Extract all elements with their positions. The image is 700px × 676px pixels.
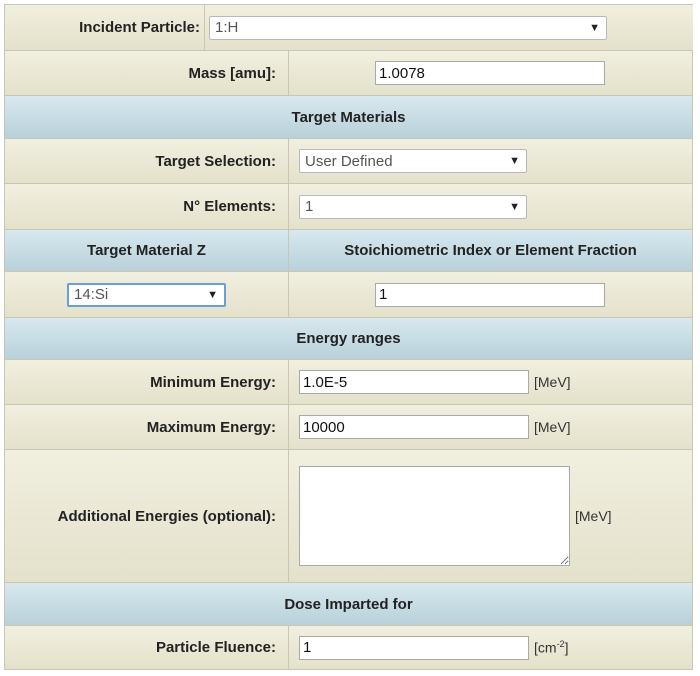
min-energy-cell: [MeV]: [289, 360, 693, 404]
target-materials-title: Target Materials: [5, 96, 693, 138]
particle-fluence-unit: [cm-2]: [534, 639, 568, 656]
additional-energies-row: Additional Energies (optional): [MeV]: [5, 450, 693, 583]
chevron-down-icon: ▼: [207, 288, 218, 301]
chevron-down-icon: ▼: [509, 155, 520, 167]
fluence-unit-exponent: -2: [556, 639, 565, 650]
max-energy-cell: [MeV]: [289, 405, 693, 449]
incident-particle-value: 1:H: [215, 19, 239, 36]
fluence-unit-base: [cm: [534, 639, 557, 656]
n-elements-value: 1: [305, 198, 314, 215]
stoichiometric-index-header: Stoichiometric Index or Element Fraction: [289, 230, 693, 271]
target-table-header: Target Material Z Stoichiometric Index o…: [5, 230, 693, 272]
additional-energies-textarea[interactable]: [299, 466, 570, 566]
additional-energies-unit: [MeV]: [575, 508, 612, 524]
min-energy-unit: [MeV]: [534, 374, 571, 390]
max-energy-unit: [MeV]: [534, 419, 571, 435]
energy-ranges-header: Energy ranges: [5, 318, 693, 360]
stoichiometric-index-input[interactable]: [375, 282, 605, 307]
min-energy-label: Minimum Energy:: [5, 360, 289, 404]
particle-fluence-input[interactable]: [299, 635, 529, 660]
target-materials-header: Target Materials: [5, 96, 693, 139]
dose-title: Dose Imparted for: [5, 583, 693, 625]
n-elements-cell: 1 ▼: [289, 184, 693, 229]
additional-energies-label: Additional Energies (optional):: [5, 450, 289, 582]
min-energy-row: Minimum Energy: [MeV]: [5, 360, 693, 405]
target-index-cell: [289, 272, 693, 317]
chevron-down-icon: ▼: [509, 200, 520, 213]
incident-particle-cell: 1:H ▼: [205, 5, 693, 50]
target-z-value: 14:Si: [74, 286, 109, 303]
incident-particle-label: Incident Particle:: [5, 5, 205, 50]
target-selection-select[interactable]: User Defined ▼: [299, 149, 527, 173]
incident-particle-row: Incident Particle: 1:H ▼: [5, 5, 693, 51]
fluence-unit-close: ]: [564, 639, 569, 656]
target-selection-label: Target Selection:: [5, 139, 289, 183]
target-selection-row: Target Selection: User Defined ▼: [5, 139, 693, 184]
max-energy-row: Maximum Energy: [MeV]: [5, 405, 693, 450]
mass-label: Mass [amu]:: [5, 51, 289, 95]
target-material-z-header: Target Material Z: [5, 230, 289, 271]
min-energy-input[interactable]: [299, 370, 529, 394]
additional-energies-cell: [MeV]: [289, 450, 693, 582]
particle-fluence-row: Particle Fluence: [cm-2]: [5, 626, 693, 670]
incident-particle-select[interactable]: 1:H ▼: [209, 15, 607, 40]
energy-ranges-title: Energy ranges: [5, 318, 693, 359]
max-energy-input[interactable]: [299, 415, 529, 439]
target-z-select[interactable]: 14:Si ▼: [67, 282, 226, 307]
mass-cell: [289, 51, 693, 95]
max-energy-label: Maximum Energy:: [5, 405, 289, 449]
n-elements-label: N° Elements:: [5, 184, 289, 229]
particle-fluence-label: Particle Fluence:: [5, 626, 289, 669]
target-selection-value: User Defined: [305, 152, 393, 170]
mass-row: Mass [amu]:: [5, 51, 693, 96]
dose-header: Dose Imparted for: [5, 583, 693, 626]
mass-input[interactable]: [375, 61, 605, 85]
n-elements-select[interactable]: 1 ▼: [299, 194, 527, 219]
target-table-row: 14:Si ▼: [5, 272, 693, 318]
n-elements-row: N° Elements: 1 ▼: [5, 184, 693, 230]
particle-fluence-cell: [cm-2]: [289, 626, 693, 669]
chevron-down-icon: ▼: [589, 21, 600, 34]
energy-form: Incident Particle: 1:H ▼ Mass [amu]: Tar…: [4, 4, 693, 670]
target-selection-cell: User Defined ▼: [289, 139, 693, 183]
target-z-cell: 14:Si ▼: [5, 272, 289, 317]
